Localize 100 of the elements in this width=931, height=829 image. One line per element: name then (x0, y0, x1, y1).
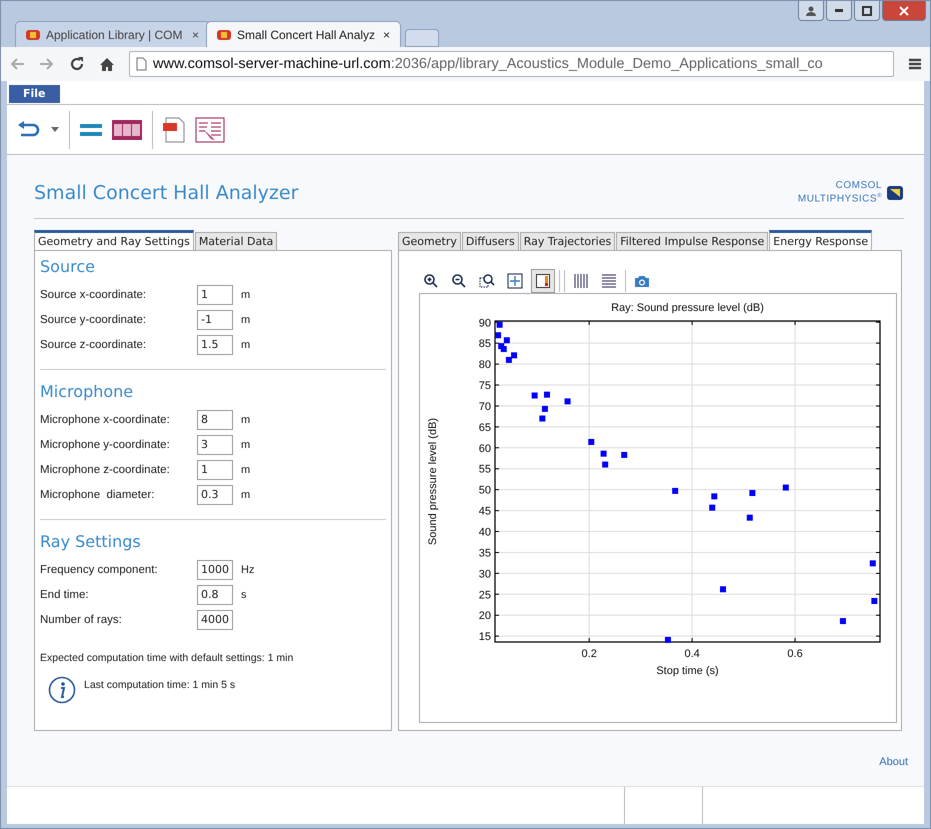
home-icon[interactable] (99, 56, 115, 72)
field-label: Frequency component: (40, 564, 159, 576)
tab[interactable]: Ray Trajectories (520, 232, 616, 250)
y-tick-label: 30 (478, 568, 491, 581)
data-point (672, 488, 678, 494)
input-field[interactable]: 0.8 (197, 584, 233, 605)
unit-label: m (241, 488, 250, 501)
tab[interactable]: Geometry and Ray Settings (34, 230, 194, 250)
data-point (720, 586, 726, 593)
unit-label: m (241, 438, 250, 451)
field-label: Microphone x-coordinate: (40, 414, 171, 426)
last-time-text: Last computation time: 1 min 5 s (84, 679, 236, 692)
section-heading: Source (40, 257, 96, 276)
y-tick-label: 20 (478, 610, 491, 623)
close-icon[interactable]: × (382, 28, 390, 42)
undo-icon (17, 120, 41, 140)
input-field[interactable]: 1000 (197, 560, 233, 580)
zoom-extents-icon (507, 273, 523, 290)
animation-button[interactable] (112, 120, 142, 140)
tab[interactable]: Geometry (398, 232, 461, 250)
data-point (709, 504, 716, 511)
data-point (542, 406, 548, 412)
browser-tab[interactable]: Small Concert Hall Analyz × (206, 21, 401, 47)
input-field[interactable]: 1 (197, 284, 233, 305)
input-field[interactable]: 3 (197, 434, 233, 455)
about-link[interactable]: About (879, 756, 908, 768)
y-tick-label: 50 (478, 485, 491, 497)
pdf-document-icon (163, 116, 185, 142)
data-point (496, 322, 503, 328)
menu-icon[interactable] (908, 57, 922, 71)
unit-label: m (241, 464, 250, 476)
data-point (544, 392, 550, 398)
file-menu[interactable]: File (9, 84, 60, 102)
input-field[interactable]: 4000 (197, 610, 233, 630)
maximize-button[interactable] (854, 1, 880, 21)
reload-icon[interactable] (69, 56, 85, 72)
input-field[interactable]: 1 (197, 460, 233, 480)
close-icon[interactable]: × (192, 28, 199, 42)
input-field[interactable]: 0.3 (197, 484, 233, 505)
url-text: www.comsol-server-machine-url.com:2036/app/library_Acoustics_Module_Demo_Applications_small_co (153, 56, 823, 72)
undo-button[interactable] (17, 120, 41, 140)
equals-icon (80, 122, 102, 136)
section-heading: Microphone (40, 382, 134, 402)
user-icon (806, 6, 816, 16)
data-point (746, 515, 753, 522)
chart-title: Ray: Sound pressure level (dB) (611, 302, 764, 314)
close-window-button[interactable] (882, 1, 926, 21)
field-label: Source z-coordinate: (40, 338, 148, 351)
input-field[interactable]: 8 (197, 410, 233, 430)
unit-label: m (241, 314, 250, 326)
y-tick-label: 55 (478, 464, 491, 476)
unit-label: m (241, 338, 250, 351)
pdf-button[interactable] (163, 116, 185, 142)
equals-button[interactable] (80, 122, 102, 136)
field-label: Source y-coordinate: (40, 314, 148, 326)
app-title: Small Concert Hall Analyzer (34, 182, 298, 204)
data-point (840, 618, 846, 624)
field-label: Source x-coordinate: (40, 288, 148, 301)
input-field[interactable]: -1 (197, 310, 233, 330)
data-point (600, 451, 607, 457)
x-axis-label: Stop time (s) (656, 665, 719, 678)
y-tick-label: 90 (478, 318, 491, 330)
plot-tool-button[interactable] (531, 269, 555, 294)
y-tick-label: 15 (478, 631, 491, 644)
field-label: Microphone diameter: (40, 488, 156, 501)
data-point (602, 462, 608, 468)
input-field[interactable]: 1.5 (197, 334, 233, 355)
tab[interactable]: Material Data (194, 232, 278, 250)
data-point (532, 392, 538, 399)
x-tick-label: 0.6 (787, 648, 803, 660)
y-tick-label: 25 (478, 590, 491, 602)
x-tick-label: 0.4 (684, 648, 700, 660)
info-icon (48, 676, 76, 704)
y-tick-label: 70 (478, 401, 491, 414)
expected-time-text: Expected computation time with default settings: 1 min (40, 652, 294, 664)
tab[interactable]: Filtered Impulse Response (616, 232, 768, 250)
minimize-button[interactable] (826, 1, 852, 21)
caret-icon (51, 126, 59, 132)
zoom-in-icon (423, 273, 439, 290)
field-label: Number of rays: (40, 614, 123, 626)
data-point (621, 452, 628, 458)
app-icon (217, 28, 231, 40)
data-point (539, 416, 546, 422)
y-axis-label: Sound pressure level (dB) (427, 418, 439, 546)
app-icon (26, 28, 40, 40)
unit-label: Hz (241, 564, 254, 576)
field-label: End time: (40, 588, 90, 601)
x-tick-label: 0.2 (582, 648, 597, 660)
data-point (711, 494, 718, 500)
address-bar[interactable]: www.comsol-server-machine-url.com:2036/app/library_Acoustics_Module_Demo_Applications_small_co (129, 51, 894, 77)
tab[interactable]: Energy Response (769, 230, 872, 250)
report-button[interactable] (195, 116, 225, 142)
tab[interactable]: Diffusers (462, 232, 519, 250)
unit-label: m (241, 414, 250, 426)
section-heading: Ray Settings (40, 532, 142, 552)
y-tick-label: 35 (478, 548, 491, 560)
browser-tab[interactable]: Application Library | COM × (15, 21, 210, 47)
tab-title: Application Library | COM (46, 28, 184, 42)
user-button[interactable] (798, 1, 824, 21)
data-point (564, 398, 571, 405)
